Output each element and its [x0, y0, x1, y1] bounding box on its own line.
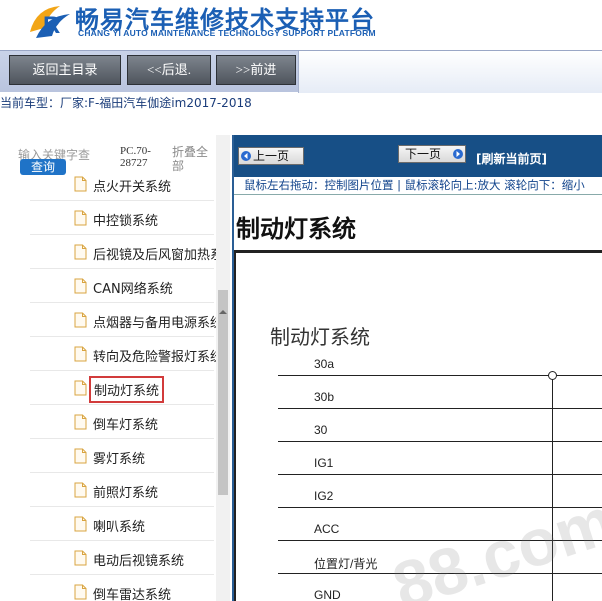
tree-item-selected[interactable]: 制动灯系统	[30, 371, 214, 405]
tree-item[interactable]: 点烟器与备用电源系统	[30, 303, 223, 337]
tree-item-label: 喇叭系统	[93, 520, 146, 535]
bus-line	[278, 507, 602, 508]
next-page-button[interactable]: 下一页	[398, 145, 466, 163]
bus-label: 30b	[314, 390, 335, 404]
bus-label: 30a	[314, 357, 335, 371]
mouse-hint: 鼠标左右拖动：控制图片位置 | 鼠标滚轮向上:放大 滚轮向下：缩小	[234, 177, 602, 195]
current-car-label: 当前车型：	[0, 96, 61, 110]
tree-item-label: 点烟器与备用电源系统	[93, 316, 224, 331]
tree-item[interactable]: 倒车雷达系统	[30, 575, 214, 601]
tree-item[interactable]: 喇叭系统	[30, 507, 214, 541]
bus-label: 位置灯/背光	[314, 557, 378, 571]
viewer-toolbar: 上一页 下一页 [刷新当前页]	[234, 135, 602, 177]
tree-item-label: 倒车雷达系统	[93, 588, 172, 601]
arrow-left-icon	[241, 151, 251, 161]
bus-line	[278, 474, 602, 475]
back-button[interactable]: <<后退.	[127, 55, 211, 85]
diagram-junction-node	[548, 371, 557, 380]
diagram-title: 制动灯系统	[270, 325, 370, 349]
pc-code: PC.70-28727	[120, 145, 151, 169]
scroll-up-icon[interactable]	[218, 307, 228, 317]
bus-line	[278, 408, 602, 409]
tree-item[interactable]: 中控锁系统	[30, 201, 214, 235]
document-icon	[74, 584, 87, 600]
document-icon	[74, 210, 87, 226]
bus-line	[278, 441, 602, 442]
tree-item[interactable]: 电动后视镜系统	[30, 541, 214, 575]
document-icon	[74, 550, 87, 566]
bus-label: ACC	[314, 522, 340, 536]
document-icon	[74, 380, 87, 396]
tree-item-label: CAN网络系统	[93, 282, 173, 297]
bus-label: IG1	[314, 456, 334, 470]
next-page-label: 下一页	[405, 147, 442, 161]
tree-item[interactable]: 前照灯系统	[30, 473, 214, 507]
tree-item-label: 电动后视镜系统	[93, 554, 185, 569]
document-icon	[74, 482, 87, 498]
document-title: 制动灯系统	[236, 215, 356, 243]
tree-item-label: 前照灯系统	[93, 486, 159, 501]
logo-letter: R	[43, 12, 60, 39]
tree-item-label: 制动灯系统	[88, 376, 165, 403]
document-icon	[74, 448, 87, 464]
tree-item-label: 后视镜及后风窗加热系统	[93, 248, 230, 263]
tree-item-label: 点火开关系统	[93, 180, 172, 195]
tree-item[interactable]: 点火开关系统	[30, 167, 214, 201]
bus-line	[278, 540, 602, 541]
tree-item[interactable]: 倒车灯系统	[30, 405, 214, 439]
tree-item[interactable]: 雾灯系统	[30, 439, 214, 473]
diagram-vertical-wire	[552, 375, 553, 601]
prev-page-button[interactable]: 上一页	[238, 147, 304, 165]
document-icon	[74, 278, 87, 294]
tree-item-label: 转向及危险警报灯系统	[93, 350, 224, 365]
tree-item[interactable]: CAN网络系统	[30, 269, 214, 303]
document-icon	[74, 176, 87, 192]
document-icon	[74, 244, 87, 260]
tree-item-label: 倒车灯系统	[93, 418, 159, 433]
document-left-rule	[234, 253, 236, 601]
tree-scroll-thumb[interactable]	[218, 290, 228, 495]
nav-bar: 返回主目录 <<后退. >>前进	[0, 50, 602, 93]
document-icon	[74, 414, 87, 430]
prev-page-label: 上一页	[253, 149, 290, 163]
document-viewer: 上一页 下一页 [刷新当前页] 鼠标左右拖动：控制图片位置 | 鼠标滚轮向上:放…	[232, 135, 602, 601]
title-rule	[234, 250, 602, 253]
forward-button[interactable]: >>前进	[216, 55, 296, 85]
brand-english: CHANG YI AUTO MAINTENANCE TECHNOLOGY SUP…	[78, 28, 376, 38]
app-header: R 畅易汽车维修技术支持平台 CHANG YI AUTO MAINTENANCE…	[0, 0, 602, 50]
arrow-right-icon	[453, 149, 463, 159]
document-icon	[74, 312, 87, 328]
document-icon	[74, 346, 87, 362]
tree-item-label: 雾灯系统	[93, 452, 146, 467]
tree-item-label: 中控锁系统	[93, 214, 159, 229]
bus-label: IG2	[314, 489, 334, 503]
home-button[interactable]: 返回主目录	[9, 55, 121, 85]
logo-icon: R	[30, 6, 70, 39]
bus-label: 30	[314, 423, 328, 437]
current-car-value: 厂家:F-福田汽车伽途im2017-2018	[60, 96, 252, 110]
nav-bar-filler	[298, 51, 602, 93]
tree-item[interactable]: 后视镜及后风窗加热系统	[30, 235, 230, 269]
bus-label: GND	[314, 588, 341, 601]
bus-line	[278, 573, 602, 574]
left-panel: 查询 PC.70-28727 折叠全部 点火开关系统中控锁系统后视镜及后风窗加热…	[0, 135, 230, 601]
document-icon	[74, 516, 87, 532]
refresh-page-link[interactable]: [刷新当前页]	[476, 150, 547, 167]
current-car-line: 当前车型：厂家:F-福田汽车伽途im2017-2018	[0, 94, 602, 112]
tree-item[interactable]: 转向及危险警报灯系统	[30, 337, 223, 371]
